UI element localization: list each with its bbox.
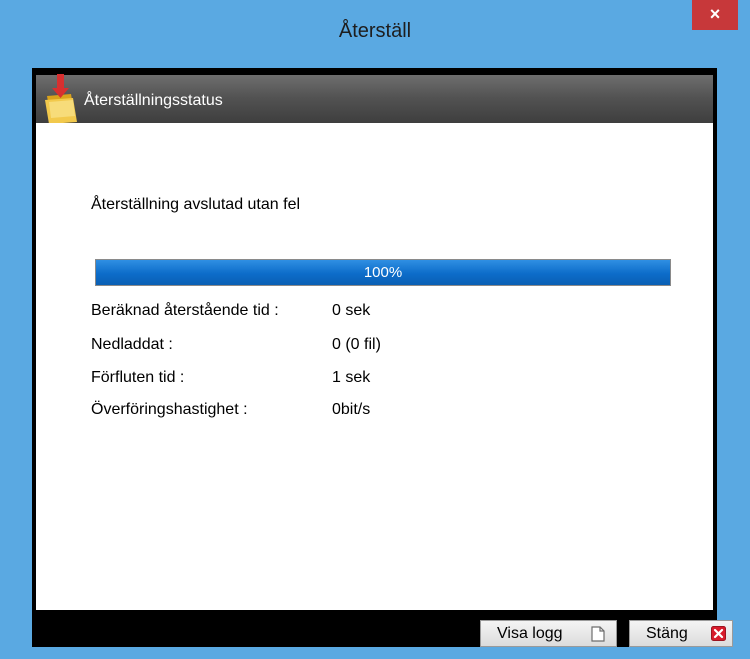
info-label: Förfluten tid : (91, 369, 185, 386)
info-label: Nedladdat : (91, 336, 173, 353)
status-message: Återställning avslutad utan fel (91, 196, 301, 213)
info-label: Beräknad återstående tid : (91, 302, 279, 319)
info-value: 0 sek (332, 302, 371, 319)
document-icon (591, 626, 605, 642)
view-log-label: Visa logg (497, 625, 563, 642)
close-icon: × (709, 4, 721, 24)
title-bar[interactable]: Återställ × (0, 0, 750, 68)
progress-bar: 100% (95, 259, 671, 286)
progress-label: 100% (363, 264, 403, 281)
info-value: 1 sek (332, 369, 371, 386)
info-value: 0bit/s (332, 401, 371, 418)
restore-window: Återställ × Återställningsstatus Återstä… (0, 0, 750, 659)
close-dialog-label: Stäng (646, 625, 688, 642)
restore-folder-icon (45, 74, 77, 124)
window-close-button[interactable]: × (692, 0, 738, 30)
section-title: Återställningsstatus (84, 92, 223, 109)
info-value: 0 (0 fil) (332, 336, 381, 353)
window-title: Återställ (338, 20, 412, 42)
close-dialog-button[interactable]: Stäng (629, 620, 733, 647)
view-log-button[interactable]: Visa logg (480, 620, 617, 647)
info-label: Överföringshastighet : (91, 401, 248, 418)
close-red-icon (711, 626, 726, 641)
